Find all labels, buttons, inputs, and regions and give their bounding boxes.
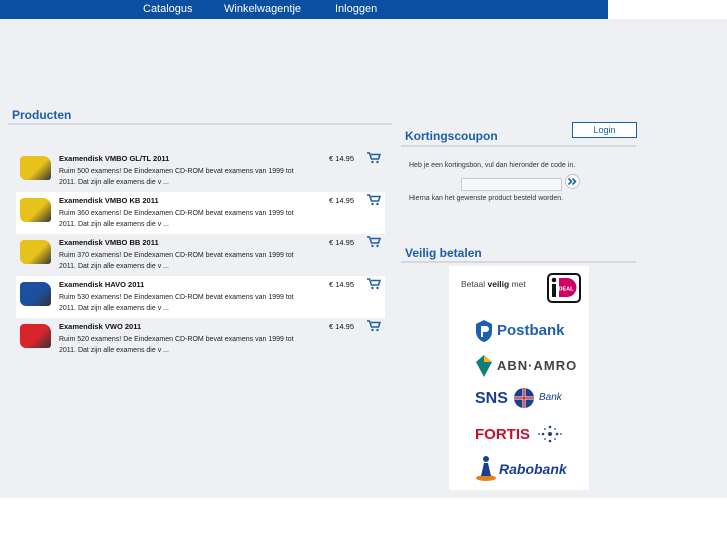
- fortis-star-icon: [538, 425, 562, 443]
- add-to-cart-icon[interactable]: [367, 236, 381, 248]
- product-row[interactable]: Examendisk VMBO KB 2011 Ruim 360 examens…: [16, 192, 385, 234]
- product-image[interactable]: [20, 282, 51, 306]
- product-description: Ruim 360 examens! De Eindexamen CD-ROM b…: [59, 210, 294, 228]
- product-image[interactable]: [20, 156, 51, 180]
- coupon-code-input[interactable]: [461, 178, 562, 191]
- coupon-submit-icon[interactable]: [565, 174, 580, 189]
- product-price: € 14.95: [329, 322, 355, 331]
- coupon-note: Hierna kan het gewenste product besteld …: [409, 195, 564, 202]
- add-to-cart-icon[interactable]: [367, 152, 381, 164]
- product-row[interactable]: Examendisk VMBO GL/TL 2011 Ruim 500 exam…: [16, 150, 385, 192]
- product-image[interactable]: [20, 324, 51, 348]
- abn-amro-shield-icon: [476, 355, 492, 377]
- product-image[interactable]: [20, 240, 51, 264]
- product-title[interactable]: Examendisk HAVO 2011: [59, 280, 144, 289]
- payment-divider: [401, 261, 636, 263]
- fortis-logo: FORTIS: [473, 422, 583, 448]
- login-button[interactable]: Login: [572, 122, 637, 138]
- svg-text:DEAL: DEAL: [559, 287, 575, 293]
- top-navigation-bar: Catalogus Winkelwagentje Inloggen: [0, 0, 608, 19]
- add-to-cart-icon[interactable]: [367, 194, 381, 206]
- product-description: Ruim 500 examens! De Eindexamen CD-ROM b…: [59, 168, 294, 186]
- sns-ball-icon: [514, 388, 534, 408]
- payment-logos-panel: Betaal veilig met DEAL Postbank ABN·AMRO…: [449, 266, 589, 490]
- ideal-tagline: Betaal veilig met: [461, 279, 526, 289]
- nav-winkelwagentje-link[interactable]: Winkelwagentje: [224, 3, 301, 15]
- ideal-logo: DEAL: [547, 273, 581, 303]
- product-title[interactable]: Examendisk VMBO GL/TL 2011: [59, 154, 169, 163]
- product-price: € 14.95: [329, 154, 355, 163]
- product-price: € 14.95: [329, 280, 355, 289]
- product-title[interactable]: Examendisk VMBO KB 2011: [59, 196, 159, 205]
- product-row[interactable]: Examendisk HAVO 2011 Ruim 530 examens! D…: [16, 276, 385, 318]
- abn-amro-logo: ABN·AMRO: [473, 354, 583, 380]
- product-image[interactable]: [20, 198, 51, 222]
- product-description: Ruim 370 examens! De Eindexamen CD-ROM b…: [59, 252, 294, 270]
- products-divider: [8, 123, 392, 125]
- product-description: Ruim 520 examens! De Eindexamen CD-ROM b…: [59, 336, 294, 354]
- product-title[interactable]: Examendisk VWO 2011: [59, 322, 141, 331]
- nav-catalogus-link[interactable]: Catalogus: [143, 3, 193, 15]
- coupon-divider: [401, 145, 636, 147]
- rabobank-logo: Rabobank: [473, 456, 583, 482]
- product-price: € 14.95: [329, 238, 355, 247]
- sns-bank-logo: SNS Bank: [473, 387, 583, 413]
- coupon-instruction: Heb je een kortingsbon, vul dan hieronde…: [409, 162, 576, 169]
- product-title[interactable]: Examendisk VMBO BB 2011: [59, 238, 159, 247]
- postbank-logo: Postbank: [473, 318, 573, 344]
- product-row[interactable]: Examendisk VMBO BB 2011 Ruim 370 examens…: [16, 234, 385, 276]
- product-price: € 14.95: [329, 196, 355, 205]
- payment-heading: Veilig betalen: [405, 246, 482, 260]
- nav-inloggen-link[interactable]: Inloggen: [335, 3, 377, 15]
- postbank-lion-icon: [476, 320, 492, 342]
- add-to-cart-icon[interactable]: [367, 320, 381, 332]
- products-heading: Producten: [12, 108, 72, 122]
- add-to-cart-icon[interactable]: [367, 278, 381, 290]
- product-description: Ruim 530 examens! De Eindexamen CD-ROM b…: [59, 294, 294, 312]
- rabobank-figure-icon: [476, 456, 496, 481]
- product-row[interactable]: Examendisk VWO 2011 Ruim 520 examens! De…: [16, 318, 385, 360]
- coupon-heading: Kortingscoupon: [405, 129, 498, 143]
